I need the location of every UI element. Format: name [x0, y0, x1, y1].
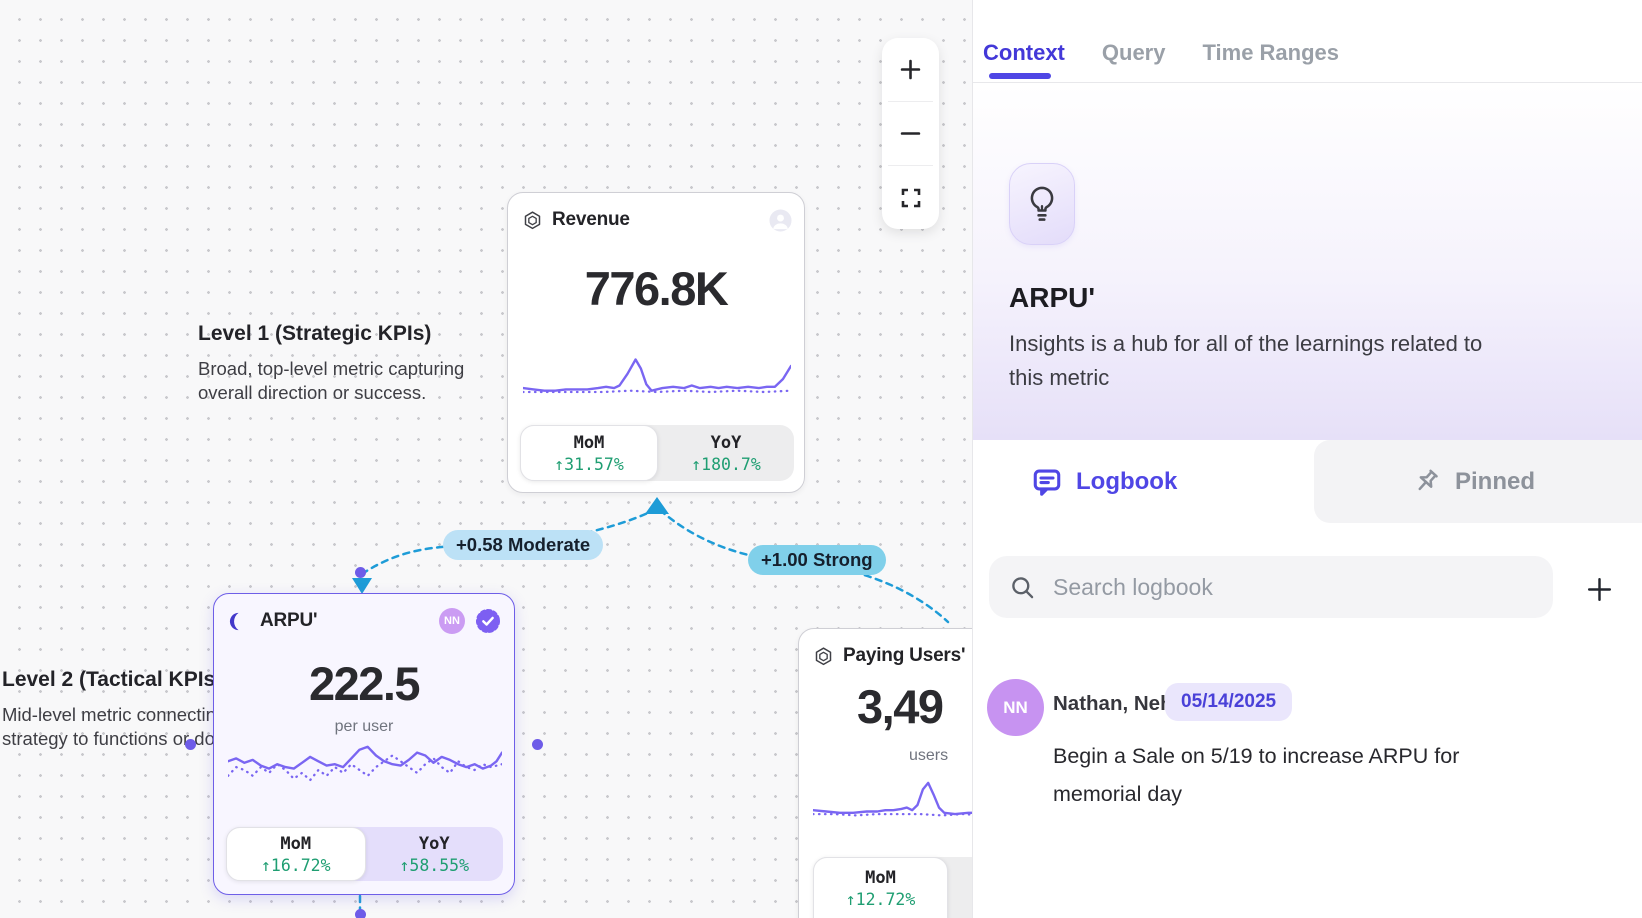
panel-tabs: Context Query Time Ranges	[973, 0, 1642, 83]
owner-avatar: NN	[439, 608, 465, 634]
card-title: ARPU'	[260, 610, 317, 632]
plus-icon	[897, 56, 924, 83]
card-title: Paying Users'	[843, 645, 965, 667]
arrowhead-down-icon	[352, 578, 372, 594]
user-avatar-icon	[769, 209, 792, 232]
period-toggle: MoM ↑16.72% YoY ↑58.55%	[226, 827, 503, 881]
mom-value: ↑12.72%	[846, 890, 916, 909]
metric-value: 3,49	[857, 679, 942, 734]
mom-toggle[interactable]: MoM ↑12.72%	[813, 857, 948, 918]
yoy-label: YoY	[419, 834, 450, 854]
sparkline	[523, 353, 791, 405]
metric-hero: ARPU' Insights is a hub for all of the l…	[973, 84, 1642, 440]
metric-value: 222.5	[214, 656, 514, 711]
mom-toggle[interactable]: MoM ↑31.57%	[520, 425, 658, 481]
handle-arpu-left[interactable]	[185, 739, 196, 750]
yoy-label: YoY	[711, 433, 742, 453]
metric-value: 776.8K	[508, 261, 804, 316]
subtab-logbook-label: Logbook	[1076, 468, 1177, 496]
mom-label: MoM	[280, 834, 311, 854]
mom-toggle[interactable]: MoM ↑16.72%	[226, 827, 366, 881]
metric-unit: users	[909, 747, 948, 765]
zoom-controls	[882, 38, 939, 229]
fullscreen-icon	[899, 186, 923, 210]
handle-arpu-right[interactable]	[532, 739, 543, 750]
panel-metric-title: ARPU'	[1009, 282, 1095, 314]
yoy-value: ↑180.7%	[691, 455, 761, 474]
search-input[interactable]	[989, 556, 1553, 618]
edge-label-moderate[interactable]: +0.58 Moderate	[443, 530, 603, 560]
mom-label: MoM	[865, 868, 896, 888]
logbook-icon	[1031, 466, 1063, 498]
metric-card-revenue[interactable]: Revenue 776.8K MoM ↑31.57% YoY ↑180.7%	[507, 192, 805, 493]
add-logbook-entry-button[interactable]	[1575, 567, 1623, 611]
metric-unit: per user	[214, 718, 514, 736]
subtab-logbook[interactable]: Logbook	[1031, 466, 1177, 498]
yoy-value: ↑58.55%	[399, 856, 469, 875]
handle-arpu-bottom[interactable]	[355, 909, 366, 918]
yoy-toggle[interactable]: YoY ↑180.7%	[658, 425, 794, 481]
minus-icon	[897, 120, 924, 147]
card-title: Revenue	[552, 209, 630, 231]
entry-date-badge: 05/14/2025	[1165, 683, 1292, 721]
mom-label: MoM	[574, 433, 605, 453]
entry-text-line2: memorial day	[1053, 775, 1459, 813]
mom-value: ↑16.72%	[261, 856, 331, 875]
context-panel: Context Query Time Ranges ARPU' Insights…	[972, 0, 1642, 918]
fit-view-button[interactable]	[882, 166, 939, 229]
period-toggle: MoM ↑31.57% YoY ↑180.7%	[520, 425, 794, 481]
tab-time-ranges[interactable]: Time Ranges	[1202, 24, 1339, 82]
subtab-pinned-label: Pinned	[1455, 468, 1535, 496]
plus-icon	[1584, 574, 1615, 605]
metric-tree-canvas[interactable]: Level 1 (Strategic KPIs) Broad, top-leve…	[0, 0, 972, 918]
entry-avatar: NN	[987, 679, 1044, 736]
metric-description-line2: this metric	[1009, 361, 1482, 395]
mom-value: ↑31.57%	[554, 455, 624, 474]
edge-label-strong[interactable]: +1.00 Strong	[748, 545, 886, 575]
logbook-entry[interactable]: NN Nathan, Neha 05/14/2025 Begin a Sale …	[973, 668, 1642, 828]
active-tab-underline	[989, 73, 1051, 79]
metric-card-arpu[interactable]: ARPU' NN 222.5 per user MoM ↑16.72% YoY …	[213, 593, 515, 895]
subtab-pinned-group[interactable]: Pinned	[1410, 466, 1535, 498]
handle-arpu-top[interactable]	[355, 567, 366, 578]
insight-tile	[1009, 163, 1075, 245]
metric-description-line1: Insights is a hub for all of the learnin…	[1009, 327, 1482, 361]
pushpin-icon	[1410, 466, 1442, 498]
yoy-toggle[interactable]: YoY ↑58.55%	[366, 827, 504, 881]
hexagon-icon	[813, 646, 834, 667]
lightbulb-icon	[1025, 184, 1059, 224]
sparkline	[228, 741, 502, 799]
hexagon-icon	[522, 210, 543, 231]
zoom-out-button[interactable]	[882, 102, 939, 165]
logbook-subtabs: Logbook Pinned	[973, 440, 1642, 528]
crescent-moon-icon	[228, 610, 251, 633]
verified-seal-icon	[474, 607, 502, 635]
arrowhead-up-icon	[645, 497, 669, 514]
entry-text-line1: Begin a Sale on 5/19 to increase ARPU fo…	[1053, 737, 1459, 775]
tab-query[interactable]: Query	[1102, 24, 1166, 82]
zoom-in-button[interactable]	[882, 38, 939, 101]
logbook-search	[989, 556, 1553, 618]
